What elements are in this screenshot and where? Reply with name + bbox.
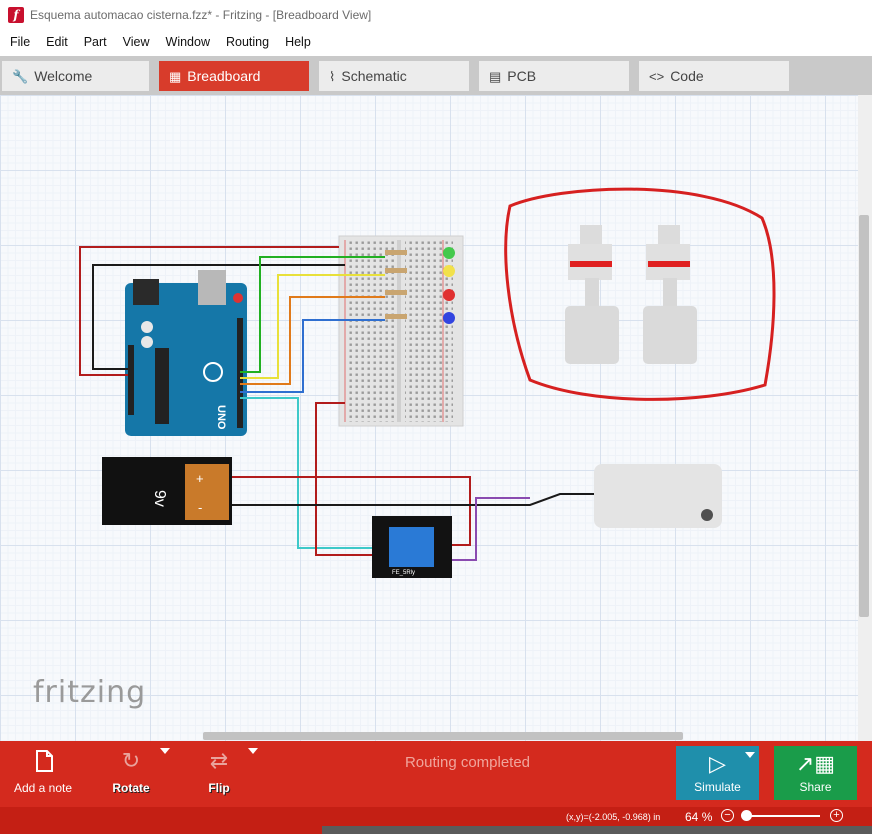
menu-part[interactable]: Part (76, 29, 115, 56)
simulate-label: Simulate (694, 780, 741, 794)
add-note-label: Add a note (13, 781, 73, 795)
fritzing-watermark: fritzing (33, 675, 147, 710)
relay-label: FE_5Rly (392, 570, 415, 576)
flip-label: Flip (208, 781, 230, 795)
battery-plus: + (196, 471, 204, 486)
tab-pcb[interactable]: ▤ PCB (479, 61, 629, 91)
share-icon: ↗▦ (795, 751, 836, 776)
fritzing-app-icon: f (8, 6, 24, 23)
tab-welcome[interactable]: 🔧 Welcome (2, 61, 149, 91)
pcb-icon: ▤ (489, 68, 502, 84)
vertical-scrollbar-thumb[interactable] (859, 215, 869, 617)
battery-9v[interactable]: 9v + - (102, 457, 232, 525)
tab-label: Code (670, 68, 704, 84)
flip-dropdown-caret[interactable] (248, 748, 258, 754)
code-icon: <> (649, 68, 665, 84)
zoom-unit: % (701, 810, 713, 824)
arduino-uno[interactable]: UNO (125, 270, 247, 436)
tab-label: PCB (507, 68, 537, 84)
simulate-dropdown-caret[interactable] (745, 752, 755, 758)
menu-window[interactable]: Window (158, 29, 218, 56)
tab-label: Breadboard (187, 68, 261, 84)
board-label: UNO (215, 405, 227, 430)
circuit-drawing: UNO 9v + - FE_5Rly (79, 187, 776, 578)
wrench-icon: 🔧 (12, 68, 29, 84)
horizontal-scrollbar-thumb[interactable] (203, 732, 683, 740)
flip-button[interactable]: ⇄ Flip (190, 741, 248, 807)
tab-label: Welcome (34, 68, 93, 84)
tab-breadboard[interactable]: ▦ Breadboard (159, 61, 309, 91)
zoom-in-button[interactable]: + (830, 809, 843, 822)
menu-edit[interactable]: Edit (38, 29, 76, 56)
annotation-circle (504, 187, 776, 401)
cursor-coordinates: (x,y)=(-2.005, -0.968) in (566, 812, 661, 822)
note-icon (36, 750, 53, 772)
rotate-dropdown-caret[interactable] (160, 748, 170, 754)
title-bar: f Esquema automacao cisterna.fzz* - Frit… (0, 0, 872, 29)
menu-file[interactable]: File (2, 29, 38, 56)
zoom-level: 64 % (685, 810, 712, 824)
window-title: Esquema automacao cisterna.fzz* - Fritzi… (30, 7, 372, 22)
menu-routing[interactable]: Routing (218, 29, 277, 56)
rotate-label: Rotate (112, 781, 150, 795)
share-label: Share (799, 780, 832, 794)
flip-icon: ⇄ (209, 748, 229, 773)
menu-help[interactable]: Help (277, 29, 319, 56)
tab-code[interactable]: <> Code (639, 61, 789, 91)
rotate-button[interactable]: ↻ Rotate (100, 741, 162, 807)
zoom-slider[interactable] (742, 815, 820, 817)
relay-module[interactable]: FE_5Rly (372, 516, 452, 578)
background-window-strip (322, 826, 872, 834)
resistor-icon: ⌇ (329, 68, 336, 84)
battery-minus: - (198, 500, 202, 515)
zoom-out-button[interactable]: − (721, 809, 734, 822)
menu-bar: File Edit Part View Window Routing Help (0, 29, 872, 56)
routing-status: Routing completed (404, 754, 531, 771)
breadboard-icon: ▦ (169, 68, 182, 84)
zoom-value: 64 (685, 810, 699, 824)
pump-device[interactable] (594, 464, 722, 528)
tab-schematic[interactable]: ⌇ Schematic (319, 61, 469, 91)
share-button[interactable]: ↗▦ Share (774, 746, 857, 800)
tab-label: Schematic (341, 68, 407, 84)
zoom-slider-handle[interactable] (741, 810, 752, 821)
rotate-icon: ↻ (121, 748, 141, 773)
float-switches[interactable] (565, 225, 697, 364)
breadboard[interactable] (338, 235, 464, 427)
breadboard-canvas[interactable]: UNO 9v + - FE_5Rly fritzing (0, 95, 872, 741)
battery-label: 9v (151, 490, 168, 507)
menu-view[interactable]: View (115, 29, 158, 56)
add-note-button[interactable]: Add a note (8, 741, 78, 807)
view-tabs: 🔧 Welcome ▦ Breadboard ⌇ Schematic ▤ PCB… (0, 56, 872, 95)
